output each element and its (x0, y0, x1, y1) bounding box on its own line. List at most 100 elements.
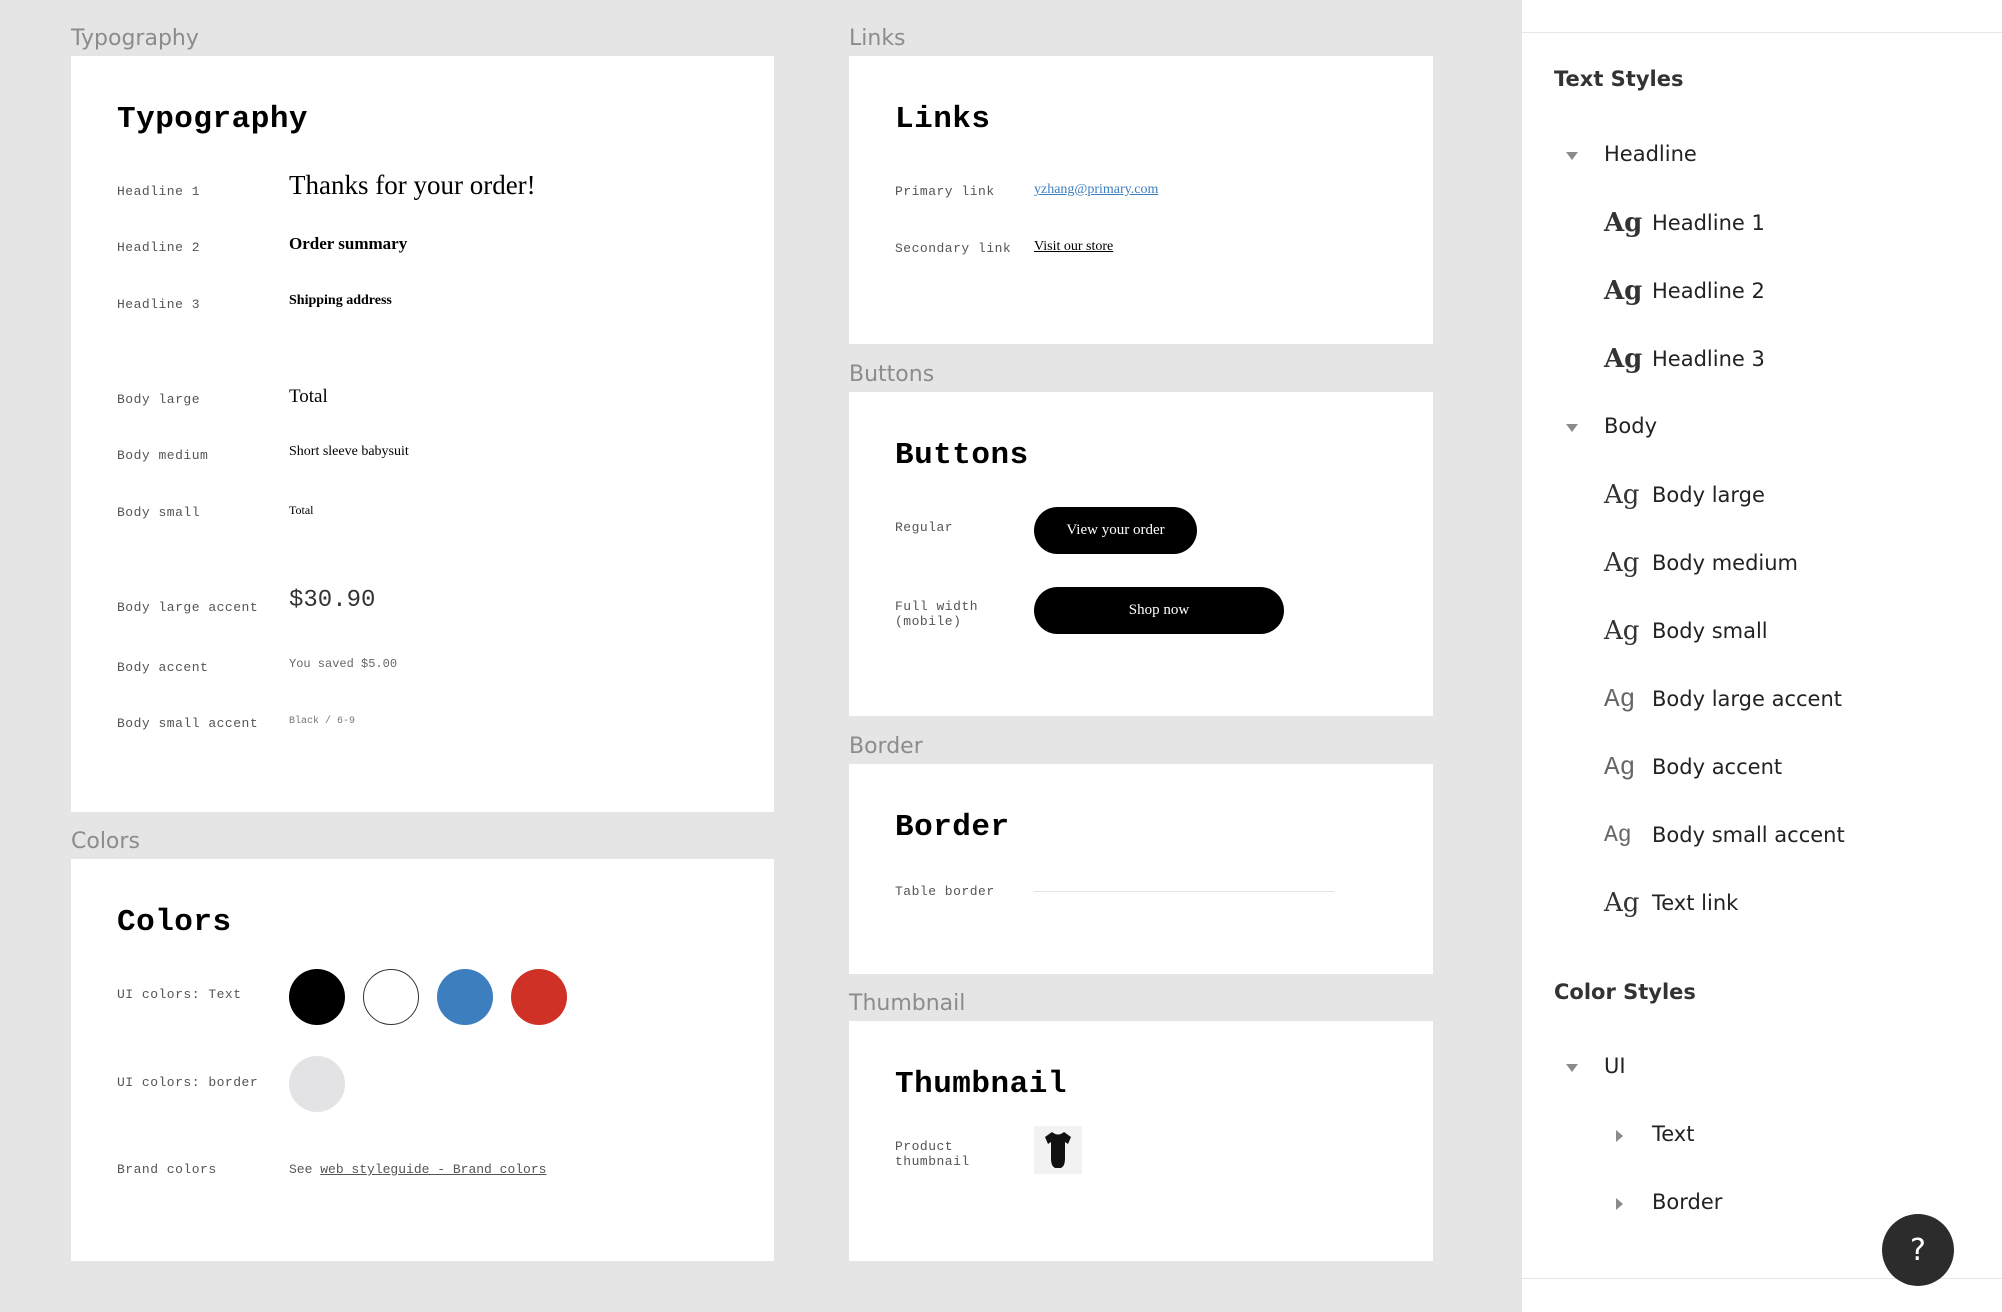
text-style-icon: Ag (1604, 208, 1643, 238)
text-style-icon: Ag (1604, 480, 1640, 510)
typography-title: Typography (117, 102, 309, 137)
typo-sample-body-large: Total (289, 386, 328, 407)
secondary-link[interactable]: Visit our store (1034, 239, 1113, 255)
typo-sample-body-small: Total (289, 503, 314, 517)
text-style-icon: Ag (1604, 684, 1636, 714)
border-frame-label[interactable]: Border (849, 734, 923, 759)
style-body-small-label: Body small (1652, 619, 1768, 643)
style-body-medium-label: Body medium (1652, 551, 1798, 575)
typo-label-body-large-accent: Body large accent (117, 600, 259, 615)
typo-sample-body-accent: You saved $5.00 (289, 657, 398, 671)
brand-colors-link[interactable]: web styleguide - Brand colors (320, 1162, 546, 1177)
border-title: Border (895, 810, 1010, 845)
swatch-blue (437, 969, 493, 1025)
style-text-link-label: Text link (1652, 891, 1739, 915)
shop-now-button[interactable]: Shop now (1034, 587, 1284, 634)
text-style-icon: Ag (1604, 616, 1640, 646)
thumbnail-frame-label[interactable]: Thumbnail (849, 991, 965, 1016)
style-body-small[interactable]: Ag Body small (1522, 612, 2002, 652)
style-body-accent[interactable]: Ag Body accent (1522, 748, 2002, 788)
ui-colors-text-label: UI colors: Text (117, 987, 242, 1002)
style-body-large[interactable]: Ag Body large (1522, 476, 2002, 516)
swatch-red (511, 969, 567, 1025)
group-body[interactable]: Body (1522, 408, 2002, 448)
style-headline-3-label: Headline 3 (1652, 347, 1765, 371)
style-text-link[interactable]: Ag Text link (1522, 884, 2002, 924)
secondary-link-label: Secondary link (895, 241, 1012, 256)
style-body-small-accent[interactable]: Ag Body small accent (1522, 816, 2002, 856)
group-ui[interactable]: UI (1522, 1048, 2002, 1088)
chevron-down-icon[interactable] (1566, 424, 1578, 432)
regular-button-label: Regular (895, 520, 954, 535)
style-body-medium[interactable]: Ag Body medium (1522, 544, 2002, 584)
group-ui-text[interactable]: Text (1522, 1116, 2002, 1156)
thumbnail-frame[interactable]: Thumbnail Product thumbnail (849, 1021, 1433, 1261)
style-body-accent-label: Body accent (1652, 755, 1783, 779)
chevron-right-icon[interactable] (1616, 1198, 1623, 1210)
full-width-button-label: Full width (mobile) (895, 599, 979, 629)
chevron-down-icon[interactable] (1566, 152, 1578, 160)
table-border-sample (1034, 891, 1334, 892)
typo-sample-headline-3: Shipping address (289, 293, 392, 308)
group-headline-label: Headline (1604, 142, 1697, 166)
chevron-right-icon[interactable] (1616, 1130, 1623, 1142)
typo-sample-body-medium: Short sleeve babysuit (289, 444, 409, 459)
style-headline-1[interactable]: Ag Headline 1 (1522, 204, 2002, 244)
typography-frame-label[interactable]: Typography (71, 26, 199, 51)
links-title: Links (895, 102, 991, 137)
group-ui-label: UI (1604, 1054, 1626, 1078)
links-frame-label[interactable]: Links (849, 26, 906, 51)
border-frame[interactable]: Border Table border (849, 764, 1433, 974)
group-body-label: Body (1604, 414, 1658, 438)
buttons-frame-label[interactable]: Buttons (849, 362, 934, 387)
group-ui-text-label: Text (1652, 1122, 1695, 1146)
style-body-large-accent-label: Body large accent (1652, 687, 1843, 711)
typo-sample-body-large-accent: $30.90 (289, 587, 376, 614)
colors-title: Colors (117, 905, 232, 940)
thumbnail-title: Thumbnail (895, 1067, 1067, 1102)
view-order-button[interactable]: View your order (1034, 507, 1197, 554)
swatch-border-gray (289, 1056, 345, 1112)
text-style-icon: Ag (1604, 276, 1643, 306)
primary-link[interactable]: yzhang@primary.com (1034, 182, 1158, 198)
buttons-frame[interactable]: Buttons Regular View your order Full wid… (849, 392, 1433, 716)
typo-sample-headline-1: Thanks for your order! (289, 170, 536, 200)
typography-frame[interactable]: Typography Headline 1 Thanks for your or… (71, 56, 774, 812)
typo-label-body-accent: Body accent (117, 660, 209, 675)
chevron-down-icon[interactable] (1566, 1064, 1578, 1072)
text-style-icon: Ag (1604, 822, 1632, 848)
brand-colors-label: Brand colors (117, 1162, 217, 1177)
brand-colors-value: See web styleguide - Brand colors (289, 1162, 546, 1177)
style-body-small-accent-label: Body small accent (1652, 823, 1845, 847)
style-body-large-accent[interactable]: Ag Body large accent (1522, 680, 2002, 720)
group-headline[interactable]: Headline (1522, 136, 2002, 176)
style-headline-3[interactable]: Ag Headline 3 (1522, 340, 2002, 380)
group-ui-border-label: Border (1652, 1190, 1723, 1214)
typo-label-headline-1: Headline 1 (117, 184, 201, 199)
product-thumbnail (1034, 1126, 1082, 1174)
text-style-icon: Ag (1604, 888, 1640, 918)
text-styles-title: Text Styles (1554, 67, 1684, 91)
colors-frame-label[interactable]: Colors (71, 829, 140, 854)
colors-frame[interactable]: Colors UI colors: Text UI colors: border… (71, 859, 774, 1261)
links-frame[interactable]: Links Primary link yzhang@primary.com Se… (849, 56, 1433, 344)
primary-link-label: Primary link (895, 184, 995, 199)
table-border-label: Table border (895, 884, 995, 899)
babysuit-icon (1045, 1132, 1071, 1168)
ui-colors-border-label: UI colors: border (117, 1075, 259, 1090)
product-thumbnail-label: Product thumbnail (895, 1139, 970, 1169)
typo-label-body-small-accent: Body small accent (117, 716, 259, 731)
style-body-large-label: Body large (1652, 483, 1765, 507)
text-style-icon: Ag (1604, 752, 1636, 782)
typo-label-headline-3: Headline 3 (117, 297, 201, 312)
style-headline-2[interactable]: Ag Headline 2 (1522, 272, 2002, 312)
typo-sample-headline-2: Order summary (289, 234, 408, 253)
panel-divider-top (1522, 32, 2002, 33)
help-button[interactable]: ? (1882, 1214, 1954, 1286)
style-headline-1-label: Headline 1 (1652, 211, 1765, 235)
buttons-title: Buttons (895, 438, 1029, 473)
typo-sample-body-small-accent: Black / 6-9 (289, 716, 356, 727)
typo-label-body-medium: Body medium (117, 448, 209, 463)
typo-label-body-large: Body large (117, 392, 201, 407)
styles-panel: Text Styles Headline Ag Headline 1 Ag He… (1522, 0, 2002, 1312)
